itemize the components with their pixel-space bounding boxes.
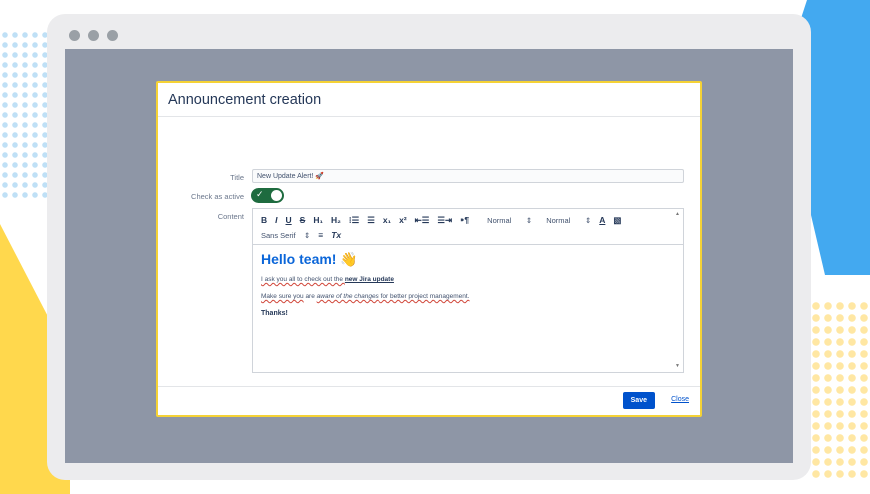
text-direction-icon[interactable]: ⁍¶ [460, 215, 469, 226]
superscript-button[interactable]: x² [399, 215, 407, 225]
content-heading: Hello team! 👋 [261, 251, 358, 267]
content-thanks: Thanks! [261, 310, 288, 317]
rich-text-editor[interactable]: B I U S H₁ H₂ ⁝☰ ☰ x₁ x² ⇤☰ ☰⇥ ⁍¶ Normal [252, 208, 684, 373]
announcement-modal: Announcement creation Title New Update A… [156, 81, 702, 417]
content-label: Content [217, 212, 244, 221]
content-paragraph-1: I ask you all to check out the new Jira … [261, 276, 394, 283]
h1-button[interactable]: H₁ [313, 215, 323, 225]
content-paragraph-2: Make sure you are aware of the changes f… [261, 293, 470, 300]
strike-button[interactable]: S [300, 215, 306, 225]
modal-header: Announcement creation [158, 83, 700, 117]
browser-window: Announcement creation Title New Update A… [47, 14, 811, 480]
active-label: Check as active [191, 192, 244, 201]
window-dot-minimize[interactable] [88, 30, 99, 41]
decorative-dots-right [810, 300, 870, 480]
title-input[interactable]: New Update Alert! 🚀 [252, 169, 684, 183]
window-controls [69, 30, 118, 41]
subscript-button[interactable]: x₁ [383, 215, 391, 225]
scroll-down-arrow-icon[interactable]: ▼ [675, 363, 680, 369]
jira-update-link[interactable]: new Jira update [345, 276, 394, 283]
active-toggle[interactable]: ✓ [251, 188, 284, 203]
decorative-dots-left [0, 30, 48, 200]
text-color-icon[interactable]: A [599, 215, 605, 225]
scroll-up-arrow-icon[interactable]: ▲ [675, 211, 680, 217]
save-button[interactable]: Save [622, 392, 655, 409]
clear-format-icon[interactable]: Tx [331, 230, 341, 240]
bullet-list-icon[interactable]: ☰ [367, 215, 375, 226]
close-link[interactable]: Close [671, 396, 689, 403]
outdent-icon[interactable]: ⇤☰ [415, 215, 430, 226]
window-dot-maximize[interactable] [107, 30, 118, 41]
toggle-knob [271, 190, 282, 201]
background-color-icon[interactable]: ▧ [613, 215, 621, 226]
check-icon: ✓ [256, 189, 264, 199]
h2-button[interactable]: H₂ [331, 215, 341, 225]
size-select[interactable]: Normal ⇕ [487, 216, 532, 225]
font-select[interactable]: Sans Serif ⇕ [261, 231, 310, 240]
window-dot-close[interactable] [69, 30, 80, 41]
indent-icon[interactable]: ☰⇥ [437, 215, 452, 226]
bold-button[interactable]: B [261, 215, 267, 225]
ordered-list-icon[interactable]: ⁝☰ [349, 215, 359, 226]
editor-toolbar: B I U S H₁ H₂ ⁝☰ ☰ x₁ x² ⇤☰ ☰⇥ ⁍¶ Normal [253, 209, 683, 245]
editor-content[interactable]: Hello team! 👋 I ask you all to check out… [253, 245, 683, 330]
italic-button[interactable]: I [275, 215, 277, 225]
title-input-value: New Update Alert! 🚀 [257, 173, 325, 180]
header-select[interactable]: Normal ⇕ [546, 216, 591, 225]
align-icon[interactable]: ≡ [318, 230, 323, 240]
page-viewport: Announcement creation Title New Update A… [65, 49, 793, 463]
modal-title: Announcement creation [168, 91, 322, 108]
title-label: Title [230, 173, 244, 182]
modal-footer: Save Close [158, 386, 700, 415]
underline-button[interactable]: U [286, 215, 292, 225]
